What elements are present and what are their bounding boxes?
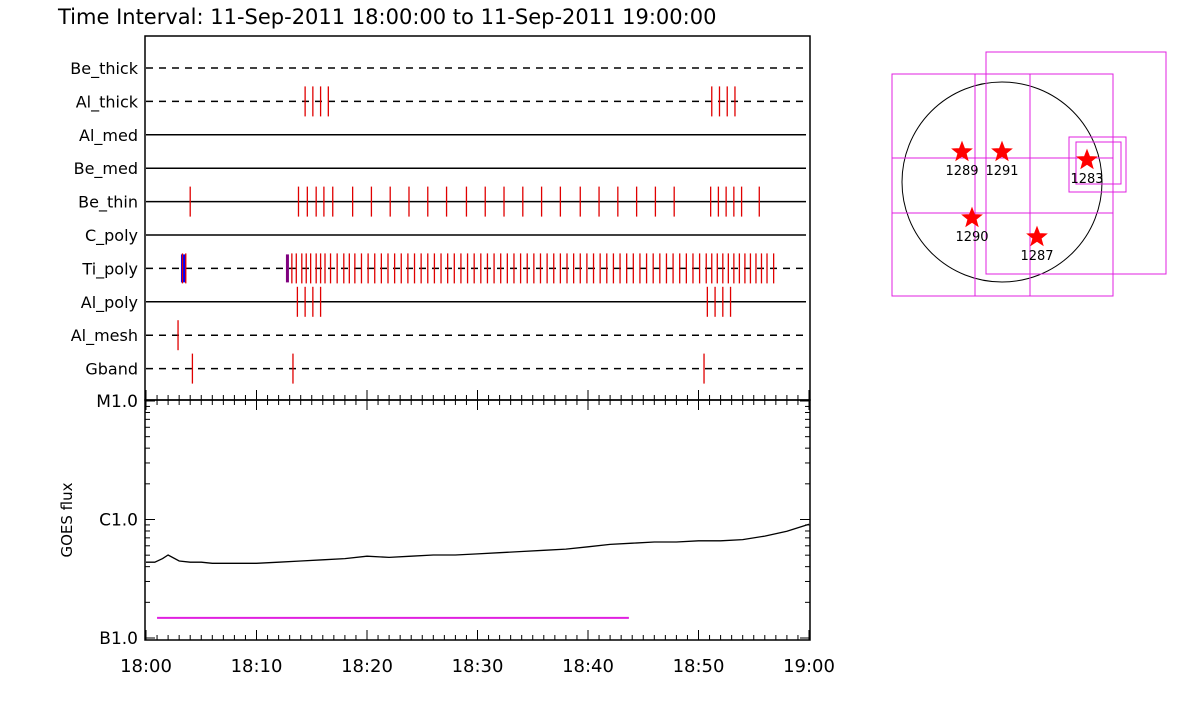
goes-plot: 18:00 18:10 18:20 18:30 18:40 18:50 19:00 B1.0 C… bbox=[96, 390, 835, 677]
region-label: 1283 bbox=[1070, 172, 1103, 187]
figure-svg: Time Interval: 11-Sep-2011 18:00:00 to 1… bbox=[57, 5, 1167, 677]
x-tick-label: 19:00 bbox=[783, 656, 835, 677]
lane-label: Gband bbox=[85, 360, 138, 379]
lane-label: Be_thin bbox=[78, 193, 138, 213]
y-tick-label: C1.0 bbox=[99, 511, 138, 531]
lane-label: Al_med bbox=[79, 126, 138, 146]
region-star-icon bbox=[951, 140, 973, 162]
lane-label: C_poly bbox=[85, 226, 138, 246]
lane-label: Al_thick bbox=[76, 92, 139, 112]
lane-highlight-mark bbox=[285, 254, 289, 283]
x-tick-label: 18:30 bbox=[452, 656, 504, 677]
plot-title: Time Interval: 11-Sep-2011 18:00:00 to 1… bbox=[57, 5, 716, 29]
lane-label: Be_thick bbox=[70, 59, 138, 79]
solar-disk-map: 1289 1291 1283 1290 1287 bbox=[891, 51, 1167, 297]
x-tick-label: 18:20 bbox=[341, 656, 393, 677]
region-label: 1287 bbox=[1020, 249, 1053, 264]
timeline-panel-frame bbox=[144, 35, 811, 401]
lane-label: Al_mesh bbox=[71, 326, 138, 346]
region-star-icon bbox=[961, 206, 983, 228]
y-tick-label: M1.0 bbox=[96, 392, 138, 412]
fov-box bbox=[891, 73, 1031, 297]
region-label: 1289 bbox=[945, 164, 978, 179]
goes-y-axis-label: GOES flux bbox=[58, 482, 76, 557]
figure-canvas: Time Interval: 11-Sep-2011 18:00:00 to 1… bbox=[0, 0, 1200, 700]
lane-label: Ti_poly bbox=[81, 259, 138, 279]
region-star-icon bbox=[991, 140, 1013, 162]
x-tick-label: 18:10 bbox=[231, 656, 283, 677]
region-label: 1291 bbox=[985, 164, 1018, 179]
y-tick-label: B1.0 bbox=[99, 629, 138, 649]
x-tick-label: 18:00 bbox=[120, 656, 172, 677]
timeline-lanes: Be_thick Al_thick Al_med Be_med Be_thin C_pol… bbox=[70, 59, 806, 384]
region-star-icon bbox=[1076, 148, 1098, 170]
goes-panel-frame bbox=[144, 399, 811, 641]
lane-label: Al_poly bbox=[81, 293, 138, 313]
lane-label: Be_med bbox=[74, 159, 138, 179]
x-tick-label: 18:40 bbox=[562, 656, 614, 677]
x-tick-label: 18:50 bbox=[673, 656, 725, 677]
goes-flux-line bbox=[146, 523, 810, 564]
region-label: 1290 bbox=[955, 230, 988, 245]
